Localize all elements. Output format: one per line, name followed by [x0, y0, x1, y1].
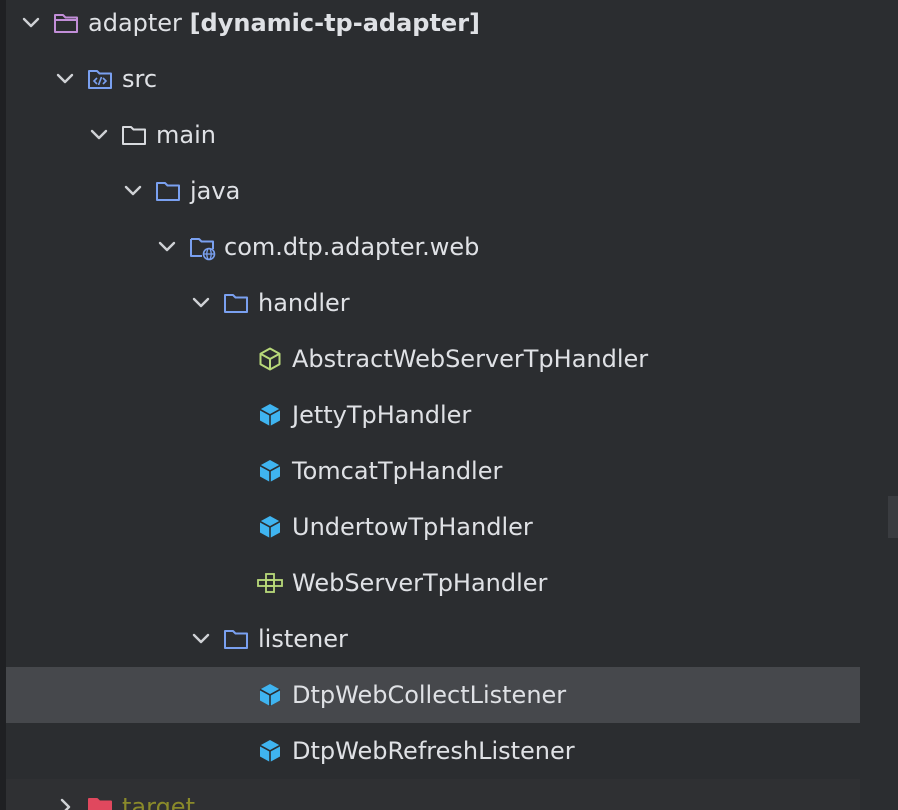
- package-folder-icon: [222, 625, 250, 653]
- tree-node-label: java: [190, 177, 241, 205]
- chevron-down-icon[interactable]: [122, 180, 144, 202]
- tree-node-label: target: [122, 793, 195, 810]
- tree-node-listener[interactable]: listener: [6, 611, 860, 667]
- folder-icon: [120, 121, 148, 149]
- tree-node-label: src: [122, 65, 158, 93]
- tree-node-dtp-web-refresh-listener[interactable]: DtpWebRefreshListener: [6, 723, 860, 779]
- tree-node-label: WebServerTpHandler: [292, 569, 548, 597]
- tree-node-label: UndertowTpHandler: [292, 513, 533, 541]
- class-icon: [256, 457, 284, 485]
- chevron-down-icon[interactable]: [156, 236, 178, 258]
- tree-node-web-server-tp-handler[interactable]: WebServerTpHandler: [6, 555, 860, 611]
- tree-node-target[interactable]: target: [6, 779, 860, 810]
- module-folder-icon: [52, 9, 80, 37]
- package-folder-icon: [222, 289, 250, 317]
- class-icon: [256, 737, 284, 765]
- abstract-class-icon: [256, 345, 284, 373]
- tree-node-jetty-tp-handler[interactable]: JettyTpHandler: [6, 387, 860, 443]
- tree-node-handler[interactable]: handler: [6, 275, 860, 331]
- excluded-folder-icon: [86, 793, 114, 810]
- tree-node-label: handler: [258, 289, 350, 317]
- tree-node-adapter[interactable]: adapter [dynamic-tp-adapter]: [6, 0, 860, 51]
- tree-node-label: adapter [dynamic-tp-adapter]: [88, 0, 480, 51]
- class-icon: [256, 513, 284, 541]
- tree-node-label: JettyTpHandler: [292, 401, 472, 429]
- module-name: adapter: [88, 9, 182, 37]
- class-icon: [256, 401, 284, 429]
- package-icon: [188, 233, 216, 261]
- chevron-down-icon[interactable]: [20, 12, 42, 34]
- chevron-down-icon[interactable]: [88, 124, 110, 146]
- interface-icon: [256, 569, 284, 597]
- tree-node-undertow-tp-handler[interactable]: UndertowTpHandler: [6, 499, 860, 555]
- tree-node-label: TomcatTpHandler: [292, 457, 503, 485]
- source-root-folder-icon: [154, 177, 182, 205]
- chevron-down-icon[interactable]: [190, 628, 212, 650]
- project-tree: adapter [dynamic-tp-adapter] src main ja…: [0, 0, 898, 810]
- tree-node-package[interactable]: com.dtp.adapter.web: [6, 219, 860, 275]
- tree-node-abstract-web-server-tp-handler[interactable]: AbstractWebServerTpHandler: [6, 331, 860, 387]
- tree-node-main[interactable]: main: [6, 107, 860, 163]
- tree-node-src[interactable]: src: [6, 51, 860, 107]
- chevron-right-icon[interactable]: [54, 796, 76, 810]
- tree-node-label: DtpWebCollectListener: [292, 681, 567, 709]
- tree-node-tomcat-tp-handler[interactable]: TomcatTpHandler: [6, 443, 860, 499]
- source-folder-icon: [86, 65, 114, 93]
- tree-node-label: com.dtp.adapter.web: [224, 233, 480, 261]
- tree-node-label: listener: [258, 625, 348, 653]
- tree-node-label: DtpWebRefreshListener: [292, 737, 575, 765]
- chevron-down-icon[interactable]: [54, 68, 76, 90]
- scrollbar-thumb[interactable]: [888, 496, 898, 538]
- module-qualifier: [dynamic-tp-adapter]: [189, 9, 480, 37]
- tree-node-label: main: [156, 121, 216, 149]
- tree-node-label: AbstractWebServerTpHandler: [292, 345, 649, 373]
- tree-node-java[interactable]: java: [6, 163, 860, 219]
- class-icon: [256, 681, 284, 709]
- vertical-scrollbar[interactable]: [888, 0, 898, 810]
- tree-node-dtp-web-collect-listener[interactable]: DtpWebCollectListener: [6, 667, 860, 723]
- chevron-down-icon[interactable]: [190, 292, 212, 314]
